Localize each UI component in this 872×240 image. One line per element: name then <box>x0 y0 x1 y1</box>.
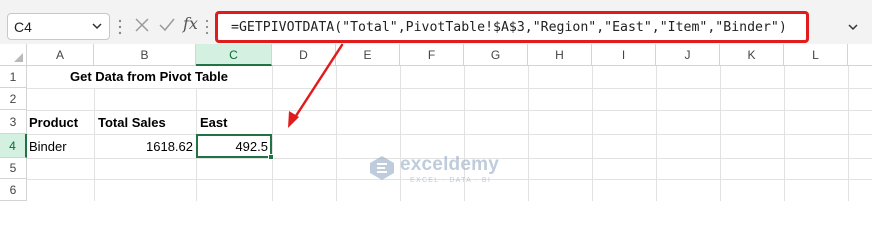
select-all-button[interactable] <box>0 44 27 66</box>
enter-check-icon[interactable] <box>156 14 178 36</box>
drag-handle-icon[interactable] <box>118 17 122 37</box>
row-header-3[interactable]: 3 <box>0 110 27 134</box>
header-product: Product <box>29 115 79 130</box>
column-header-b[interactable]: B <box>94 44 196 66</box>
divider-icon <box>205 19 209 35</box>
formula-text: =GETPIVOTDATA("Total",PivotTable!$A$3,"R… <box>231 20 787 35</box>
row-header-1[interactable]: 1 <box>0 66 27 88</box>
column-header-j[interactable]: J <box>656 44 720 66</box>
row-header-6[interactable]: 6 <box>0 179 27 201</box>
fill-handle[interactable] <box>268 154 274 160</box>
row-header-4[interactable]: 4 <box>0 134 27 158</box>
active-cell-c4[interactable] <box>196 134 272 158</box>
column-header-a[interactable]: A <box>27 44 94 66</box>
column-header-i[interactable]: I <box>592 44 656 66</box>
column-header-f[interactable]: F <box>400 44 464 66</box>
watermark-tagline: EXCEL · DATA · BI <box>410 177 492 184</box>
name-box[interactable]: C4 <box>7 13 110 40</box>
exceldemy-logo-icon <box>370 156 394 180</box>
formula-input[interactable]: =GETPIVOTDATA("Total",PivotTable!$A$3,"R… <box>215 11 809 43</box>
column-header-l[interactable]: L <box>784 44 848 66</box>
column-header-k[interactable]: K <box>720 44 784 66</box>
row-header-5[interactable]: 5 <box>0 158 27 179</box>
column-header-g[interactable]: G <box>464 44 528 66</box>
header-total-sales: Total Sales <box>98 115 166 130</box>
select-all-icon <box>14 53 23 62</box>
sheet-title: Get Data from Pivot Table <box>70 69 228 84</box>
chevron-down-icon[interactable] <box>91 18 103 34</box>
header-east: East <box>200 115 228 130</box>
insert-function-button[interactable]: fx <box>183 14 198 33</box>
column-header-e[interactable]: E <box>336 44 400 66</box>
cancel-icon[interactable] <box>131 14 153 36</box>
cell-b4: 1618.62 <box>146 139 193 154</box>
watermark-brand: exceldemy <box>400 154 499 175</box>
name-box-value: C4 <box>14 19 32 35</box>
expand-formula-bar-icon[interactable] <box>846 20 860 34</box>
cell-a4: Binder <box>29 139 67 154</box>
column-header-c[interactable]: C <box>196 44 272 66</box>
column-header-d[interactable]: D <box>272 44 336 66</box>
row-header-2[interactable]: 2 <box>0 88 27 110</box>
exceldemy-watermark: exceldemy EXCEL · DATA · BI <box>368 152 528 188</box>
column-header-h[interactable]: H <box>528 44 592 66</box>
